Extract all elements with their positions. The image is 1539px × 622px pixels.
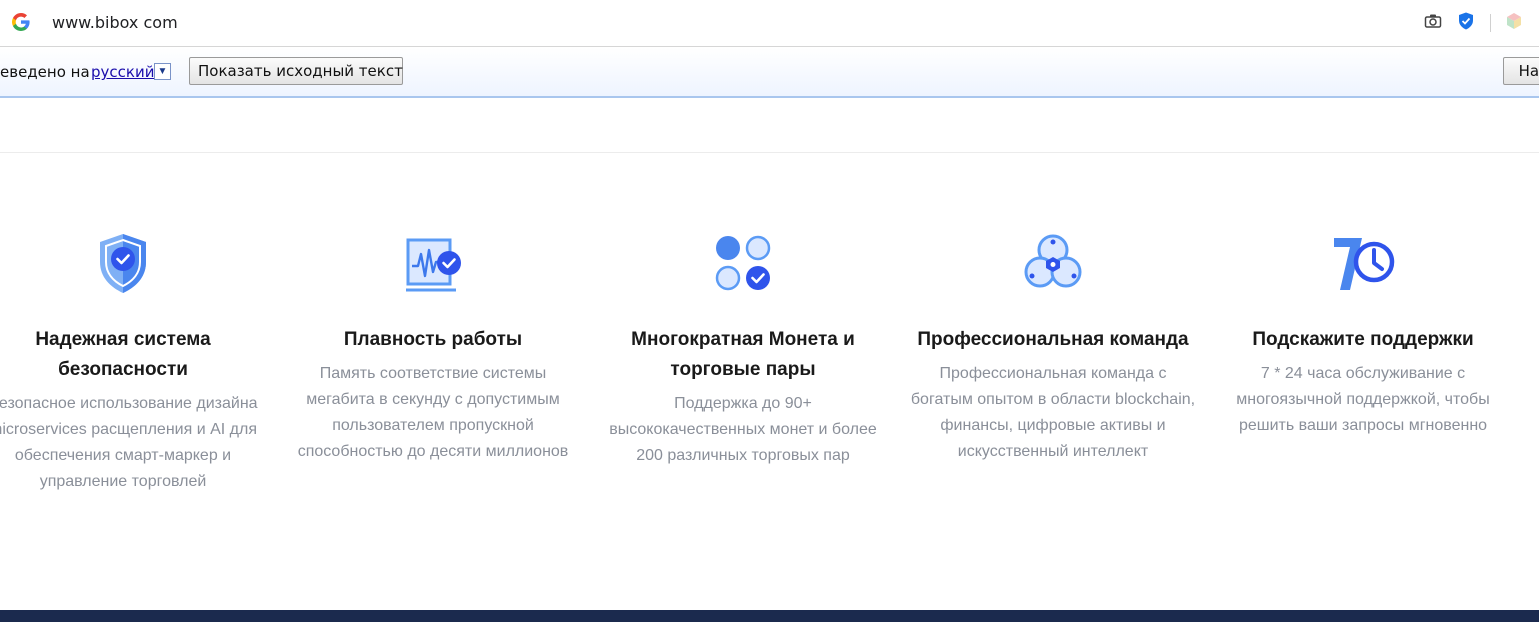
feature-description: 7 * 24 часа обслуживание с многоязычной … — [1236, 365, 1490, 434]
toolbar-separator — [1490, 14, 1491, 32]
footer-band — [0, 610, 1539, 622]
feature-description: Поддержка до 90+ высококачественных моне… — [609, 395, 877, 464]
feature-description: Безопасное использование дизайна microse… — [0, 395, 258, 490]
address-bar: www.bibox com — [0, 0, 1539, 47]
camera-icon[interactable] — [1424, 13, 1442, 34]
coins-check-icon — [715, 235, 771, 291]
shield-check-badge-icon[interactable] — [1458, 12, 1474, 35]
feature-support: Подскажите поддержки 7 * 24 часа обслужи… — [1218, 228, 1508, 439]
waveform-check-icon — [406, 238, 461, 292]
feature-performance: Плавность работы Память соответствие сис… — [288, 228, 578, 465]
feature-title: Плавность работы — [343, 329, 523, 350]
language-dropdown-icon[interactable]: ▼ — [154, 63, 171, 80]
feature-team: Профессиональная команда Профессиональна… — [908, 228, 1198, 465]
feature-title: Надежная система безопасности — [35, 329, 211, 380]
translate-bar: еведено на русский ▼ Показать исходный т… — [0, 48, 1539, 98]
feature-security: Надежная система безопасности Безопасное… — [0, 228, 268, 495]
feature-multicoin: Многократная Монета и торговые пары Подд… — [598, 228, 888, 469]
translated-to-label: еведено на — [0, 63, 90, 81]
google-logo-icon — [12, 13, 30, 31]
shield-check-icon — [100, 234, 146, 293]
section-divider — [0, 152, 1539, 153]
url-field[interactable]: www.bibox com — [52, 13, 178, 32]
feature-description: Память соответствие системы мегабита в с… — [297, 365, 569, 460]
feature-title: Подскажите поддержки — [1252, 329, 1474, 350]
extension-cube-icon[interactable] — [1505, 12, 1523, 35]
feature-title: Профессиональная команда — [917, 329, 1189, 350]
show-original-button[interactable]: Показать исходный текст — [189, 57, 403, 85]
language-link[interactable]: русский — [91, 63, 154, 81]
feature-title: Многократная Монета и торговые пары — [631, 329, 855, 380]
team-icon — [1024, 234, 1082, 288]
clock-7-icon — [1334, 238, 1395, 290]
translate-settings-button[interactable]: Нас — [1503, 57, 1539, 85]
feature-description: Профессиональная команда с богатым опыто… — [910, 365, 1196, 460]
address-bar-actions — [1424, 12, 1539, 34]
